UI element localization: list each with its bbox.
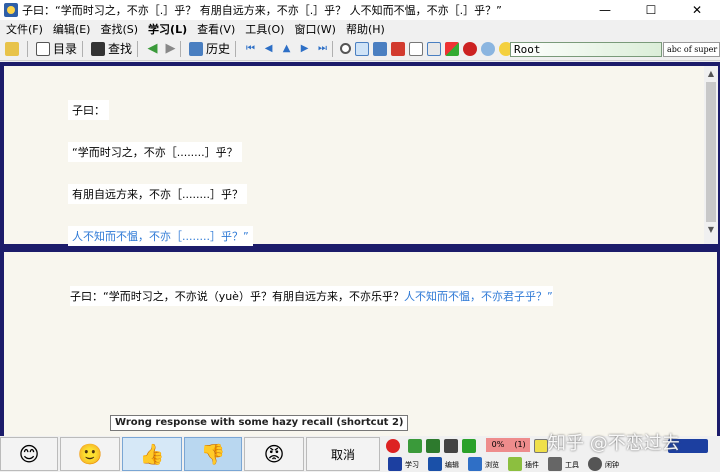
question-line-3: 有朋自远方来，不亦［........］乎？ (68, 184, 247, 204)
toolbar-separator (82, 40, 84, 57)
toolbar-separator (180, 40, 182, 57)
palette-icon[interactable] (445, 41, 460, 56)
grade-5-button[interactable]: 😊 (0, 437, 58, 471)
search-input[interactable]: Root (510, 42, 662, 57)
font-sample: abc of super (663, 42, 720, 57)
scroll-up-icon[interactable]: ▲ (704, 66, 718, 80)
answer-part-2: 人不知而不愠，不亦君子乎？” (403, 290, 553, 303)
previous-icon[interactable]: ◀ (262, 42, 275, 55)
browse-label: 浏览 (485, 461, 499, 469)
misc-label: 闲钟 (605, 461, 619, 469)
magnifier-icon[interactable] (340, 43, 352, 54)
forward-arrow-icon[interactable]: ▶ (164, 41, 177, 56)
grade-2-button[interactable]: 👎 (184, 437, 242, 471)
tools-label: 工具 (565, 461, 579, 469)
minimize-button[interactable]: — (582, 0, 628, 20)
first-icon[interactable]: ⏮ (244, 42, 257, 55)
question-scrollbar[interactable]: ▲ ▼ (704, 66, 718, 244)
browse-icon[interactable] (468, 457, 482, 471)
grade-3-button[interactable]: 👍 (122, 437, 182, 471)
menu-bar: 文件(F) 编辑(E) 查找(S) 学习(L) 查看(V) 工具(O) 窗口(W… (0, 20, 720, 37)
menu-tools[interactable]: 工具(O) (241, 21, 288, 37)
history-button[interactable]: 历史 (187, 40, 232, 58)
help-icon[interactable] (463, 41, 478, 56)
answer-text: 子曰：“学而时习之，不亦说（yuè）乎？有朋自远方来，不亦乐乎？人不知而不愠，不… (70, 286, 553, 306)
green-tool-icon[interactable] (408, 439, 422, 453)
title-bar: 子曰：“学而时习之，不亦［.］乎？ 有朋自远方来，不亦［.］乎？ 人不知而不愠，… (0, 0, 720, 20)
learn-icon[interactable] (388, 457, 402, 471)
grade-4-button[interactable]: 🙂 (60, 437, 120, 471)
toolbar-separator (27, 40, 28, 57)
menu-help[interactable]: 帮助(H) (342, 21, 389, 37)
back-arrow-icon[interactable]: ◀ (146, 41, 159, 56)
menu-window[interactable]: 窗口(W) (290, 21, 339, 37)
window-title: 子曰：“学而时习之，不亦［.］乎？ 有朋自远方来，不亦［.］乎？ 人不知而不愠，… (22, 4, 502, 17)
gear-icon[interactable] (588, 457, 602, 471)
cancel-button[interactable]: 取消 (306, 437, 380, 471)
search-doc-icon[interactable] (355, 41, 370, 56)
edit-label: 编辑 (445, 461, 459, 469)
question-line-4: 人不知而不愠，不亦［........］乎？” (68, 226, 253, 246)
learn-label: 学习 (405, 461, 419, 469)
yellow-tag-icon[interactable] (534, 439, 548, 453)
history-label: 历史 (206, 42, 231, 56)
history-icon (189, 41, 204, 56)
check-icon[interactable] (462, 439, 476, 453)
menu-view[interactable]: 查看(V) (193, 21, 239, 37)
question-pane: 子曰： “学而时习之，不亦［........］乎？ 有朋自远方来，不亦［....… (4, 66, 704, 246)
scroll-down-icon[interactable]: ▼ (704, 222, 718, 236)
plugin-label: 插件 (525, 461, 539, 469)
contents-label: 目录 (53, 42, 78, 56)
tools-icon[interactable] (548, 457, 562, 471)
calculator-icon[interactable] (444, 439, 458, 453)
menu-learn[interactable]: 学习(L) (144, 21, 191, 37)
stop-icon[interactable] (386, 439, 400, 453)
menu-edit[interactable]: 编辑(E) (49, 21, 95, 37)
grade-1-button[interactable]: 😡 (244, 437, 304, 471)
open-folder-button[interactable] (3, 40, 24, 58)
person-icon[interactable] (481, 41, 496, 56)
contents-button[interactable]: 目录 (34, 40, 79, 58)
google-icon[interactable] (391, 41, 406, 56)
last-icon[interactable]: ⏭ (316, 42, 329, 55)
answer-pane (4, 252, 717, 436)
answer-part-1: 子曰：“学而时习之，不亦说（yuè）乎？有朋自远方来，不亦乐乎？ (70, 290, 404, 303)
find-label: 查找 (108, 42, 133, 56)
toolbar-separator (332, 40, 334, 57)
mail-icon[interactable] (409, 41, 424, 56)
window-icon[interactable] (427, 41, 442, 56)
scroll-thumb[interactable] (706, 82, 716, 222)
app-icon (4, 3, 18, 17)
edit-icon[interactable] (428, 457, 442, 471)
grade-tooltip: Wrong response with some hazy recall (sh… (110, 415, 409, 431)
folder-icon (5, 41, 19, 56)
find-button[interactable]: 查找 (89, 40, 134, 58)
contents-icon (36, 41, 50, 56)
question-line-2: “学而时习之，不亦［........］乎？ (68, 142, 242, 162)
book-icon[interactable] (373, 41, 388, 56)
green-doc-icon[interactable] (426, 439, 440, 453)
close-button[interactable]: ✕ (674, 0, 720, 20)
count-indicator: (1) (510, 438, 530, 452)
question-line-1: 子曰： (68, 100, 109, 120)
toolbar-separator (235, 40, 237, 57)
toolbar-separator (137, 40, 139, 57)
menu-file[interactable]: 文件(F) (2, 21, 47, 37)
maximize-button[interactable]: ☐ (628, 0, 674, 20)
next-icon[interactable]: ▶ (298, 42, 311, 55)
binoculars-icon (91, 41, 106, 56)
up-icon[interactable]: ▲ (280, 42, 293, 55)
menu-search[interactable]: 查找(S) (96, 21, 142, 37)
percent-indicator: 0% (486, 438, 510, 452)
watermark: 知乎 @不恋过去 (548, 433, 680, 454)
plugin-icon[interactable] (508, 457, 522, 471)
